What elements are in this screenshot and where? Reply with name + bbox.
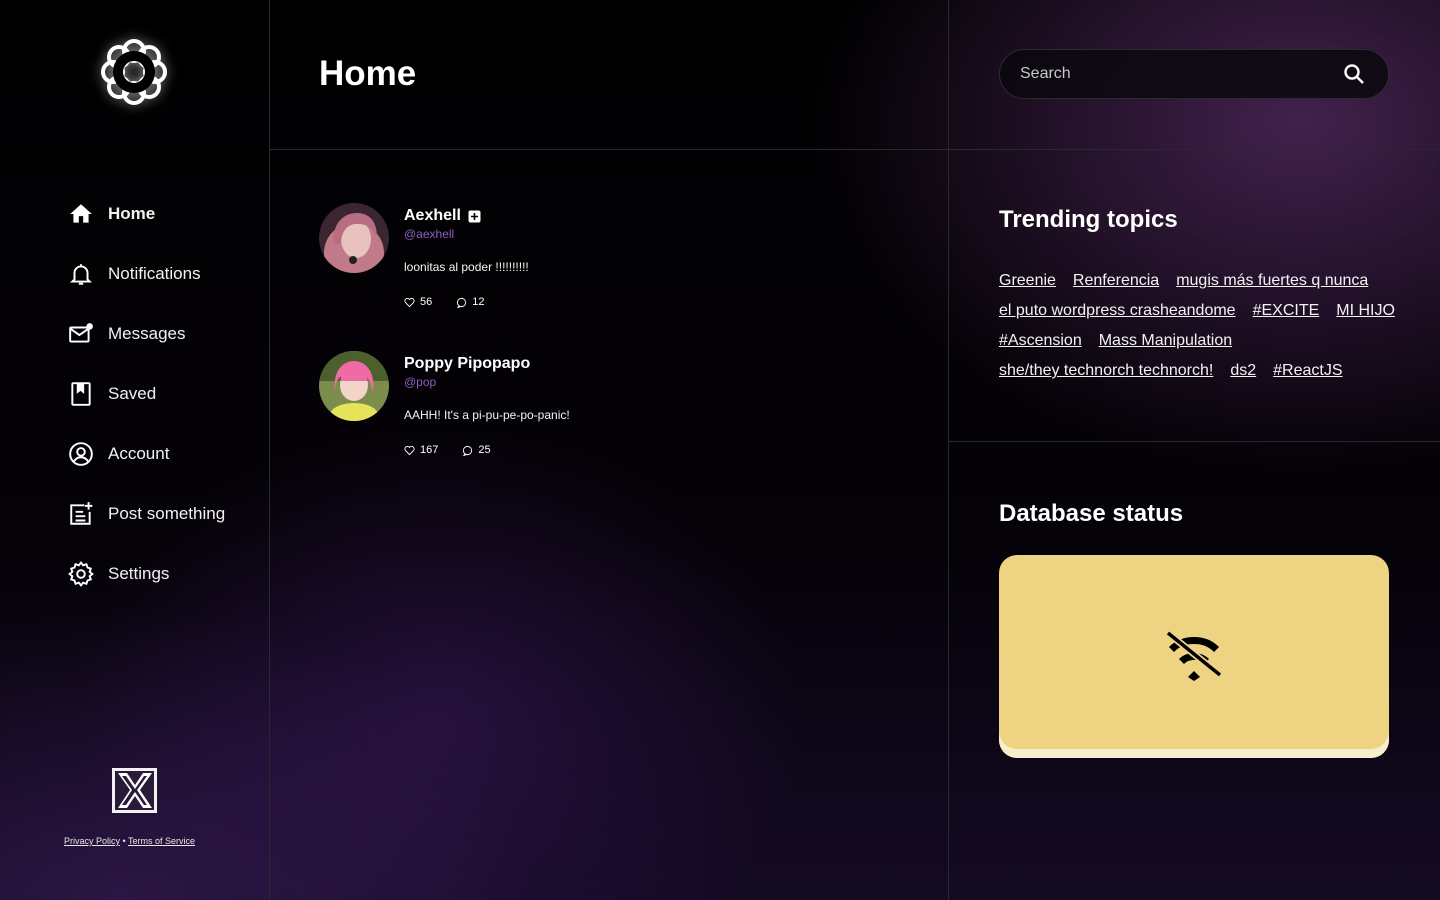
database-status-card [999, 555, 1389, 758]
post-handle: @aexhell [404, 227, 455, 241]
post-stats: 56 12 [404, 296, 529, 308]
avatar[interactable] [319, 203, 389, 273]
post-author[interactable]: Poppy Pipopapo [404, 355, 570, 373]
post-card[interactable]: Poppy Pipopapo @pop AAHH! It's a pi-pu-p… [319, 351, 879, 499]
post-card[interactable]: Aexhell @aexhell loonitas al poder !!!!!… [319, 203, 879, 351]
search-bar [999, 49, 1389, 99]
trending-topic-link[interactable]: mugis más fuertes q nunca [1176, 270, 1368, 291]
x-logo-badge[interactable] [112, 768, 157, 813]
comment-icon [463, 445, 473, 456]
main-header: Home [270, 0, 948, 150]
sidebar-item-label: Post something [108, 504, 226, 523]
trending-topic-link[interactable]: Greenie [999, 270, 1056, 291]
trending-topic-link[interactable]: #EXCITE [1253, 300, 1320, 321]
trending-topics-section: Trending topics Greenie Renferencia mugi… [949, 150, 1440, 442]
sidebar-item-messages[interactable]: Messages [67, 314, 225, 354]
trending-title: Trending topics [999, 206, 1178, 233]
sidebar-item-home[interactable]: Home [67, 194, 225, 234]
app-root: Home Notifications Messages Saved Accoun… [0, 0, 1440, 900]
badge-icon [468, 210, 481, 222]
right-panel: Trending topics Greenie Renferencia mugi… [949, 0, 1440, 900]
database-status-section: Database status [949, 442, 1440, 900]
legal-separator: • [122, 836, 126, 846]
post-body: Aexhell @aexhell loonitas al poder !!!!!… [404, 207, 529, 308]
home-icon [67, 200, 95, 228]
post-handle: @pop [404, 375, 437, 389]
trending-topic-link[interactable]: MI HIJO [1336, 300, 1395, 321]
account-icon [67, 440, 95, 468]
sidebar-item-label: Messages [108, 324, 186, 343]
post-body: Poppy Pipopapo @pop AAHH! It's a pi-pu-p… [404, 355, 570, 456]
sidebar-item-settings[interactable]: Settings [67, 554, 225, 594]
sidebar-item-label: Saved [108, 384, 157, 403]
sidebar-item-label: Notifications [108, 264, 201, 283]
trending-topic-link[interactable]: she/they technorch technorch! [999, 360, 1213, 381]
comment-count: 25 [478, 444, 491, 456]
search-input[interactable] [1020, 65, 1342, 83]
like-count: 56 [420, 296, 433, 308]
post-author-name: Aexhell [404, 207, 461, 224]
wifi-off-icon [1165, 629, 1223, 681]
heart-icon [404, 445, 415, 455]
comment-button[interactable]: 12 [456, 296, 485, 308]
sidebar-item-label: Home [108, 204, 156, 223]
sidebar-nav: Home Notifications Messages Saved Accoun… [67, 194, 225, 614]
trending-topic-link[interactable]: Mass Manipulation [1099, 330, 1232, 351]
trending-topic-link[interactable]: el puto wordpress crasheandome [999, 300, 1236, 321]
avatar[interactable] [319, 351, 389, 421]
trending-topic-link[interactable]: Renferencia [1073, 270, 1159, 291]
trending-topic-link[interactable]: #ReactJS [1273, 360, 1342, 381]
sidebar-item-label: Settings [108, 564, 170, 583]
trending-topic-link[interactable]: #Ascension [999, 330, 1082, 351]
flower-ring-logo[interactable] [100, 38, 168, 106]
post-stats: 167 25 [404, 444, 570, 456]
sidebar: Home Notifications Messages Saved Accoun… [0, 0, 270, 900]
sidebar-item-notifications[interactable]: Notifications [67, 254, 225, 294]
terms-of-service-link[interactable]: Terms of Service [128, 836, 195, 846]
heart-icon [404, 297, 415, 307]
search-icon[interactable] [1342, 62, 1366, 86]
like-button[interactable]: 167 [404, 444, 438, 456]
sidebar-item-account[interactable]: Account [67, 434, 225, 474]
post-add-icon [67, 500, 95, 528]
post-text: AAHH! It's a pi-pu-pe-po-panic! [404, 408, 570, 422]
post-author-name: Poppy Pipopapo [404, 355, 531, 372]
comment-button[interactable]: 25 [462, 444, 491, 456]
bell-icon [67, 260, 95, 288]
right-header [949, 0, 1440, 150]
like-button[interactable]: 56 [404, 296, 432, 308]
legal-links: Privacy Policy • Terms of Service [64, 836, 195, 846]
trending-topic-list: Greenie Renferencia mugis más fuertes q … [999, 270, 1399, 381]
post-text: loonitas al poder !!!!!!!!!! [404, 260, 529, 274]
sidebar-item-saved[interactable]: Saved [67, 374, 225, 414]
bookmark-icon [67, 380, 95, 408]
like-count: 167 [420, 444, 439, 456]
trending-topic-link[interactable]: ds2 [1230, 360, 1256, 381]
database-status-title: Database status [999, 500, 1184, 527]
post-feed: Aexhell @aexhell loonitas al poder !!!!!… [319, 203, 879, 499]
comment-icon [457, 297, 467, 308]
privacy-policy-link[interactable]: Privacy Policy [64, 836, 120, 846]
sidebar-item-post-something[interactable]: Post something [67, 494, 225, 534]
gear-icon [67, 560, 95, 588]
sidebar-item-label: Account [108, 444, 170, 463]
page-title: Home [319, 54, 417, 93]
main-feed-column: Home Aexhell @aexhell loonitas al poder … [270, 0, 949, 900]
mail-icon [67, 320, 95, 348]
comment-count: 12 [472, 296, 485, 308]
post-author[interactable]: Aexhell [404, 207, 529, 225]
